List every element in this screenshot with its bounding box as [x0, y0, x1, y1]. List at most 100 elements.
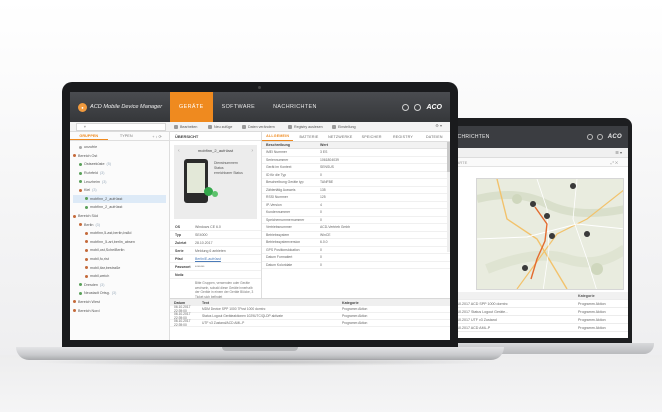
field-label: Passwort [175, 264, 191, 269]
table-row[interactable]: 06.10.2017 ACD AML-P Programm Aktion [448, 324, 628, 332]
table-row[interactable]: GPS Positionslokation 0 [262, 247, 450, 254]
row-value: 3 ES [320, 150, 328, 155]
gear-icon[interactable]: ⚙ ▾ [435, 123, 442, 128]
device-name: mobfinn_2_aufrüsst [197, 148, 234, 153]
tab-types[interactable]: TYPEN [108, 132, 146, 140]
sidebar-item[interactable]: mobil,weich [73, 272, 166, 281]
log-row[interactable]: 06.10.2017 22:39:00 Status Logout Gerätea… [170, 312, 450, 320]
table-row[interactable]: Beschreibung Geräte typ TANFBE [262, 179, 450, 187]
log-row[interactable]: 06.10.2017 22:39:00 UTF v3 Zustand/ACD AM… [170, 319, 450, 327]
sidebar-item[interactable]: mobfinn_2_aufrüsst [73, 203, 166, 212]
table-row[interactable]: Gerät im Kontext SENSUS [262, 164, 450, 172]
sidebar-item-label: mobfinn,5-ast,berlin,bs8d [90, 231, 132, 236]
field-link[interactable]: Berlin/E-aufrüsst [195, 257, 221, 261]
tab-software[interactable]: SOFTWARE [213, 92, 265, 122]
sidebar-item[interactable]: mobil,tiar,bestraße [73, 263, 166, 272]
filter-input[interactable]: ▼ [76, 123, 166, 131]
back-menu-icon[interactable]: ☰ ▾ [615, 150, 622, 155]
tab-allgemein[interactable]: ALLGEMEIN [262, 132, 294, 141]
sidebar-item[interactable]: Dresden (3) [73, 281, 166, 290]
sidebar-item[interactable]: mobil,ost,ScheiBerlin [73, 246, 166, 255]
table-row[interactable]: ID für die Typ 0 [262, 172, 450, 179]
sidebar-item[interactable]: Kiel (3) [73, 186, 166, 195]
sidebar-item[interactable]: Neustadt Ortsg. (3) [73, 289, 166, 298]
log-row[interactable]: 06.10.2017 22:39:00 MDM Device SPP 1000 7… [170, 305, 450, 313]
next-device-icon[interactable]: › [251, 148, 253, 154]
table-row[interactable]: 06.10.2017 UTF v3 Zustand Programm Aktion [448, 316, 628, 324]
status-dot-icon [73, 309, 76, 313]
log-category: Programm Aktion [342, 321, 368, 325]
row-value: 125 [320, 195, 326, 200]
add-button[interactable]: Neu zufüge [208, 123, 232, 131]
table-row[interactable]: Datum Formatiert 0 [262, 254, 450, 262]
row-key: Datum Formatiert [266, 255, 293, 260]
sidebar-item-label: mobil,fo,rist [90, 257, 109, 262]
vendor-logo: ACO [607, 134, 622, 140]
info-icon[interactable] [414, 103, 422, 111]
table-row[interactable]: Seriennummer 1061804039 [262, 157, 450, 164]
table-row[interactable]: Vertriebsnummer ACD-Vertrieb Gmbh [262, 224, 450, 232]
field-label: Notiz [175, 272, 184, 277]
tab-groups[interactable]: GRUPPEN [70, 132, 108, 140]
sidebar-item[interactable]: mobil,fo,rist [73, 255, 166, 264]
tab-speicher[interactable]: SPEICHER [356, 132, 387, 141]
change-data-button[interactable]: Daten verändern [242, 123, 275, 131]
sidebar-item[interactable]: mobfinn_5-art,berlin_absen [73, 238, 166, 247]
table-row[interactable]: 06.10.2017 ACD SPP 1000 dorntrc Programm … [448, 300, 628, 308]
read-registry-button[interactable]: Registry auslesen [288, 123, 323, 131]
table-row[interactable]: Betriebssystem WinCE [262, 232, 450, 239]
sidebar-item[interactable]: Ruhrfeld (3) [73, 169, 166, 178]
settings-icon[interactable] [586, 134, 593, 140]
sidebar-actions-icon[interactable]: + ↕ ⟳ [145, 132, 169, 140]
tab-batterie[interactable]: BATTERIE [293, 132, 324, 141]
tab-registry[interactable]: REGISTRY [387, 132, 418, 141]
sidebar-item[interactable]: Bereich Ost [73, 152, 166, 161]
device-info: Dienstnummern Status erreichbarer Status [214, 161, 243, 175]
tab-dateien[interactable]: DATEIEN [419, 132, 450, 141]
table-row[interactable]: RSSI Nummer 125 [262, 194, 450, 202]
sidebar-item[interactable]: Berlin (3) [73, 220, 166, 229]
sidebar-item-label: Bereich Nord [78, 308, 100, 313]
sidebar-item[interactable]: mobfinn,5-ast,berlin,bs8d [73, 229, 166, 238]
sidebar-item[interactable]: Bereich Nord [73, 306, 166, 315]
row-key: IP-Version [266, 202, 282, 207]
sidebar-item[interactable]: mobfinn_2_aufrüsst [73, 194, 166, 204]
tab-devices[interactable]: GERÄTE [170, 92, 213, 122]
details-table: IMEI Nummer 3 ES Seriennummer 1061804039 Ger… [262, 149, 450, 269]
status-dot-icon [85, 197, 88, 201]
status-dot-icon [85, 257, 88, 261]
table-row[interactable]: Kundennummer 0 [262, 209, 450, 217]
table-row[interactable]: 06.10.2017 Status Logout Geräte... Progra… [448, 308, 628, 316]
sidebar-item[interactable]: Ostseeküste (5) [73, 160, 166, 169]
sidebar-item[interactable]: Bereich Süd [73, 212, 166, 221]
table-row[interactable]: Betriebssystemversion 6.0.0 [262, 239, 450, 247]
row-key: Zählertätig Ausweis [266, 187, 296, 192]
table-row[interactable]: IP-Version 4 [262, 202, 450, 209]
settings-button[interactable]: Einstellung [332, 123, 356, 131]
settings-icon[interactable] [402, 103, 410, 111]
row-value: 0 [320, 255, 322, 260]
log-text: MDM Device SPP 1000 7Post 1000 dorntrc [202, 307, 266, 311]
info-icon[interactable] [596, 134, 603, 140]
log-category: Programm Aktion [342, 314, 368, 318]
row-value: ACD-Vertrieb Gmbh [320, 225, 351, 230]
edit-button[interactable]: Bearbeiten [174, 123, 197, 131]
tab-netzwerke[interactable]: NETZWERKE [325, 132, 356, 141]
status-dot-icon [79, 223, 82, 227]
table-row[interactable]: Speichernummernummer 0 [262, 217, 450, 224]
table-row[interactable]: Datum Koloridate 0 [262, 262, 450, 269]
sidebar-item[interactable]: unzufrie [73, 143, 166, 152]
table-row[interactable]: Zählertätig Ausweis 135 [262, 187, 450, 194]
details-scrollbar[interactable] [447, 142, 450, 252]
row-value: 1061804039 [320, 157, 339, 162]
map-view[interactable] [476, 178, 624, 290]
row-key: IMEI Nummer [266, 150, 287, 155]
sidebar-item[interactable]: Bereich West [73, 298, 166, 307]
sidebar-item[interactable]: Leuzheim (3) [73, 177, 166, 186]
details-header: Beschreibung Wert [262, 142, 450, 149]
table-row[interactable]: IMEI Nummer 3 ES [262, 149, 450, 157]
row-key: Betriebssystem [266, 232, 290, 237]
map-expand-icon[interactable]: ⤢ ✕ [611, 160, 618, 165]
field-value: Meldung 6 anbieten [195, 248, 226, 253]
tab-messages[interactable]: NACHRICHTEN [264, 92, 326, 122]
